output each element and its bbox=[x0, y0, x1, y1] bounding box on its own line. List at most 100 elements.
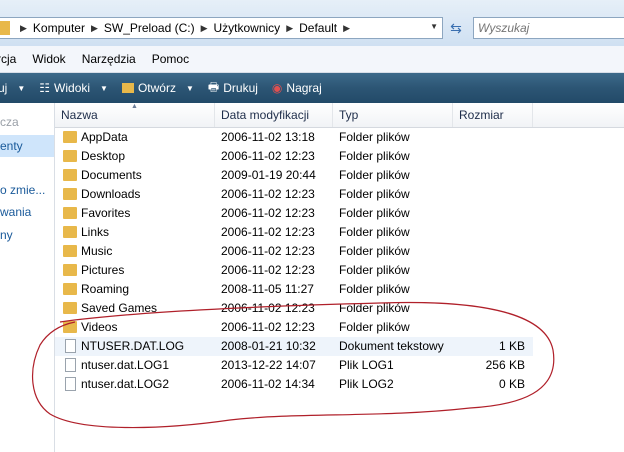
menu-bar: rcja Widok Narzędzia Pomoc bbox=[0, 46, 624, 73]
burn-label: Nagraj bbox=[286, 81, 322, 95]
views-button[interactable]: ☷ Widoki ▼ bbox=[39, 81, 108, 95]
file-size: 1 KB bbox=[498, 339, 525, 353]
file-list: ▲ Nazwa Data modyfikacji Typ Rozmiar App… bbox=[55, 103, 624, 452]
file-type: Folder plików bbox=[339, 206, 410, 220]
file-row[interactable]: ntuser.dat.LOG1 2013-12-22 14:07 Plik LOG1… bbox=[55, 356, 533, 375]
column-header-type[interactable]: Typ bbox=[333, 103, 453, 127]
menu-view[interactable]: Widok bbox=[32, 52, 65, 66]
file-row[interactable]: NTUSER.DAT.LOG 2008-01-21 10:32 Dokument t… bbox=[55, 337, 533, 356]
file-date: 2009-01-19 20:44 bbox=[221, 168, 316, 182]
file-name: Documents bbox=[81, 168, 142, 182]
file-date: 2006-11-02 12:23 bbox=[221, 225, 315, 239]
file-row[interactable]: Links 2006-11-02 12:23 Folder plików bbox=[55, 223, 533, 242]
file-type: Folder plików bbox=[339, 320, 410, 334]
folder-icon bbox=[63, 150, 77, 162]
burn-button[interactable]: ◉ Nagraj bbox=[272, 81, 322, 95]
breadcrumb-item[interactable]: SW_Preload (C:) bbox=[104, 21, 195, 35]
folder-icon bbox=[63, 169, 77, 181]
search-box[interactable] bbox=[473, 17, 624, 39]
folder-open-icon bbox=[121, 83, 134, 93]
nav-item-5[interactable]: ny bbox=[0, 228, 13, 242]
file-name: Desktop bbox=[81, 149, 126, 163]
folder-icon bbox=[63, 131, 77, 143]
chevron-down-icon[interactable]: ▼ bbox=[430, 22, 438, 31]
file-type: Folder plików bbox=[339, 168, 410, 182]
breadcrumb-separator-icon[interactable]: ▶ bbox=[286, 23, 293, 34]
refresh-icon[interactable]: ⇆ bbox=[445, 18, 467, 38]
address-bar[interactable]: ▶ Komputer ▶ SW_Preload (C:) ▶ Użytkownicy ▶ De… bbox=[0, 17, 443, 39]
breadcrumb-separator-icon[interactable]: ▶ bbox=[343, 23, 350, 34]
nav-item-2[interactable]: enty bbox=[0, 135, 54, 157]
organize-label: uj bbox=[0, 81, 8, 95]
file-type: Folder plików bbox=[339, 244, 410, 258]
search-input[interactable] bbox=[478, 19, 618, 37]
file-date: 2006-11-02 12:23 bbox=[221, 187, 315, 201]
breadcrumb-item[interactable]: Default bbox=[299, 21, 337, 35]
menu-edit[interactable]: rcja bbox=[0, 52, 16, 66]
file-type: Folder plików bbox=[339, 149, 410, 163]
chevron-down-icon: ▼ bbox=[185, 83, 194, 93]
breadcrumb-item[interactable]: Użytkownicy bbox=[214, 21, 281, 35]
file-date: 2008-01-21 10:32 bbox=[221, 339, 316, 353]
print-button[interactable]: 🖶 Drukuj bbox=[208, 78, 258, 99]
print-label: Drukuj bbox=[223, 81, 258, 95]
folder-icon bbox=[63, 321, 77, 333]
file-name: AppData bbox=[81, 130, 128, 144]
file-row[interactable]: Pictures 2006-11-02 12:23 Folder plików bbox=[55, 261, 533, 280]
file-date: 2006-11-02 12:23 bbox=[221, 206, 315, 220]
file-row[interactable]: AppData 2006-11-02 13:18 Folder plików bbox=[55, 128, 533, 147]
file-row[interactable]: ntuser.dat.LOG2 2006-11-02 14:34 Plik LOG2… bbox=[55, 375, 533, 394]
column-header-size[interactable]: Rozmiar bbox=[453, 103, 533, 127]
text-file-icon bbox=[65, 339, 76, 353]
file-name: Downloads bbox=[81, 187, 141, 201]
file-size: 256 KB bbox=[485, 358, 525, 372]
breadcrumb-separator-icon[interactable]: ▶ bbox=[20, 23, 27, 34]
file-icon bbox=[65, 358, 76, 372]
folder-icon bbox=[63, 245, 77, 257]
file-icon bbox=[65, 377, 76, 391]
views-icon: ☷ bbox=[39, 81, 51, 95]
file-type: Folder plików bbox=[339, 187, 410, 201]
open-label: Otwórz bbox=[137, 81, 176, 95]
file-type: Dokument tekstowy bbox=[339, 339, 444, 353]
file-row[interactable]: Saved Games 2006-11-02 12:23 Folder plików bbox=[55, 299, 533, 318]
file-row[interactable]: Roaming 2008-11-05 11:27 Folder plików bbox=[55, 280, 533, 299]
folder-icon bbox=[63, 207, 77, 219]
file-row[interactable]: Documents 2009-01-19 20:44 Folder plików bbox=[55, 166, 533, 185]
file-name: ntuser.dat.LOG1 bbox=[81, 358, 170, 372]
file-name: Saved Games bbox=[81, 301, 158, 315]
open-button[interactable]: Otwórz ▼ bbox=[121, 81, 194, 95]
nav-item-1[interactable]: cza bbox=[0, 115, 19, 129]
file-row[interactable]: Favorites 2006-11-02 12:23 Folder plików bbox=[55, 204, 533, 223]
file-type: Folder plików bbox=[339, 301, 410, 315]
folder-icon bbox=[63, 302, 77, 314]
column-header-name[interactable]: Nazwa bbox=[55, 103, 215, 127]
nav-item-4[interactable]: wania bbox=[0, 205, 31, 219]
menu-tools[interactable]: Narzędzia bbox=[82, 52, 136, 66]
navigation-pane: cza enty o zmie... wania ny bbox=[0, 103, 55, 452]
file-name: Music bbox=[81, 244, 113, 258]
breadcrumb-item[interactable]: Komputer bbox=[33, 21, 85, 35]
file-date: 2006-11-02 12:23 bbox=[221, 244, 315, 258]
breadcrumb: ▶ Komputer ▶ SW_Preload (C:) ▶ Użytkownicy ▶ De… bbox=[14, 21, 356, 35]
column-header-date[interactable]: Data modyfikacji bbox=[215, 103, 333, 127]
file-type: Plik LOG1 bbox=[339, 358, 394, 372]
file-row[interactable]: Downloads 2006-11-02 12:23 Folder plików bbox=[55, 185, 533, 204]
file-type: Plik LOG2 bbox=[339, 377, 394, 391]
breadcrumb-separator-icon[interactable]: ▶ bbox=[201, 23, 208, 34]
file-row[interactable]: Music 2006-11-02 12:23 Folder plików bbox=[55, 242, 533, 261]
address-bar-area: ▶ Komputer ▶ SW_Preload (C:) ▶ Użytkownicy ▶ De… bbox=[0, 0, 624, 46]
file-name: ntuser.dat.LOG2 bbox=[81, 377, 170, 391]
file-row[interactable]: Desktop 2006-11-02 12:23 Folder plików bbox=[55, 147, 533, 166]
organize-button[interactable]: uj ▼ bbox=[0, 81, 25, 95]
menu-help[interactable]: Pomoc bbox=[152, 52, 189, 66]
file-name: Videos bbox=[81, 320, 118, 334]
file-date: 2006-11-02 14:34 bbox=[221, 377, 315, 391]
disc-icon: ◉ bbox=[271, 81, 283, 95]
breadcrumb-separator-icon[interactable]: ▶ bbox=[91, 23, 98, 34]
nav-item-3[interactable]: o zmie... bbox=[0, 183, 45, 197]
file-date: 2006-11-02 12:23 bbox=[221, 301, 315, 315]
file-row[interactable]: Videos 2006-11-02 12:23 Folder plików bbox=[55, 318, 533, 337]
file-type: Folder plików bbox=[339, 263, 410, 277]
file-date: 2006-11-02 12:23 bbox=[221, 320, 315, 334]
